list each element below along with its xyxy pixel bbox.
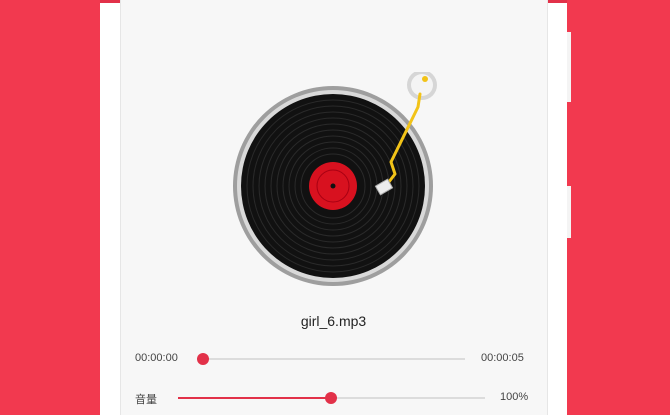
volume-fill (178, 397, 330, 399)
phone-side-button (567, 186, 571, 238)
turntable[interactable] (133, 72, 453, 292)
progress-track[interactable] (203, 358, 465, 360)
progress-thumb[interactable] (197, 353, 209, 365)
volume-label: 音量 (135, 394, 157, 406)
phone-side-button (567, 32, 571, 102)
current-time: 00:00:00 (135, 352, 178, 364)
volume-thumb[interactable] (325, 392, 337, 404)
track-title: girl_6.mp3 (300, 313, 367, 329)
volume-value: 100% (500, 391, 529, 403)
total-time: 00:00:05 (481, 352, 524, 364)
